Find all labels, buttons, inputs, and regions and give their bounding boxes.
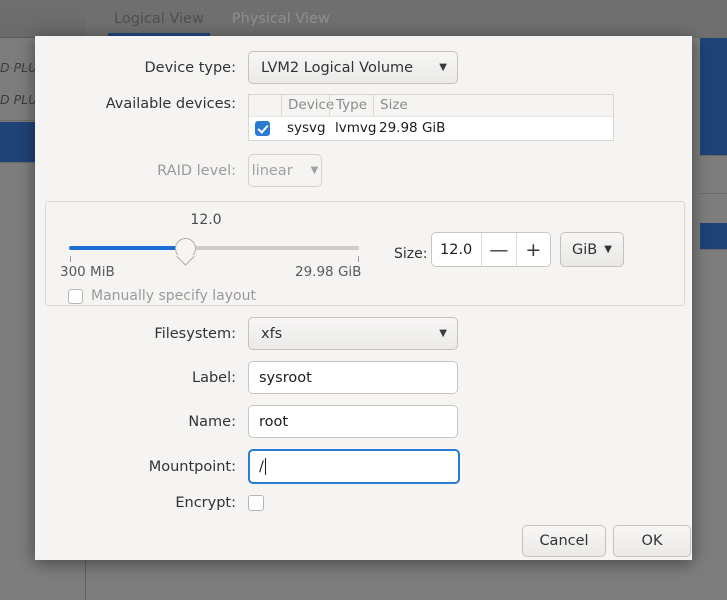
table-row[interactable]: sysvg lvmvg 29.98 GiB [249, 116, 613, 140]
label-input[interactable]: sysroot [248, 361, 458, 394]
manual-layout-label: Manually specify layout [91, 288, 256, 304]
label-field-label: Label: [191, 369, 236, 386]
size-field-label: Size: [394, 246, 428, 262]
filesystem-value: xfs [261, 325, 283, 342]
size-unit-combobox[interactable]: GiB ▼ [560, 232, 624, 267]
slider-min-tick [70, 256, 71, 262]
raid-level-label: RAID level: [157, 162, 236, 179]
size-slider-thumb[interactable] [175, 238, 196, 259]
device-type-value: LVM2 Logical Volume [261, 59, 414, 76]
background-divider [700, 249, 727, 250]
slider-current-value: 12.0 [190, 212, 222, 228]
device-name-cell: sysvg [287, 120, 326, 136]
device-checkbox[interactable] [255, 121, 270, 136]
mountpoint-row: Mountpoint: / [35, 449, 467, 484]
chevron-down-icon: ▼ [439, 61, 447, 73]
device-type-combobox[interactable]: LVM2 Logical Volume ▼ [248, 51, 458, 84]
raid-level-combobox: linear ▼ [248, 154, 322, 187]
background-selected-row[interactable] [700, 223, 727, 249]
label-input-value: sysroot [259, 369, 312, 386]
manual-layout-row[interactable]: Manually specify layout [68, 288, 256, 304]
available-devices-row: Available devices: Device Type Size sysv… [35, 94, 615, 141]
background-selected-row[interactable] [700, 38, 727, 155]
name-field-label: Name: [188, 413, 236, 430]
background-divider [700, 155, 727, 156]
size-decrement-button[interactable]: — [481, 233, 516, 266]
label-row: Label: sysroot [35, 361, 465, 394]
slider-max-tick [358, 256, 359, 262]
cancel-button-label: Cancel [539, 533, 589, 549]
available-devices-label: Available devices: [105, 96, 236, 112]
raid-level-row: RAID level: linear ▼ [35, 154, 365, 187]
cancel-button[interactable]: Cancel [522, 525, 606, 557]
device-checkbox-cell[interactable] [249, 117, 281, 140]
encrypt-row: Encrypt: [35, 495, 335, 511]
table-header-size[interactable]: Size [373, 95, 613, 116]
encrypt-checkbox[interactable] [248, 495, 264, 511]
name-input[interactable]: root [248, 405, 458, 438]
size-panel: 12.0 300 MiB 29.98 GiB Size: 12.0 — + Gi… [45, 201, 685, 306]
name-input-value: root [259, 413, 289, 430]
mountpoint-input[interactable]: / [248, 449, 460, 484]
size-spinner[interactable]: 12.0 — + [431, 232, 551, 267]
screen: Logical View Physical View D PLUS D PLUS… [0, 0, 727, 600]
tab-logical-view[interactable]: Logical View [100, 1, 218, 37]
background-tabbar: Logical View Physical View [86, 0, 727, 38]
mountpoint-field-label: Mountpoint: [148, 458, 236, 475]
size-increment-button[interactable]: + [515, 233, 550, 266]
create-device-dialog: Device type: LVM2 Logical Volume ▼ Avail… [35, 36, 692, 560]
device-type-label: Device type: [144, 59, 236, 76]
device-type-row: Device type: LVM2 Logical Volume ▼ [35, 51, 465, 84]
tab-logical-view-label: Logical View [114, 11, 204, 27]
tab-physical-view-label: Physical View [231, 11, 330, 27]
filesystem-combobox[interactable]: xfs ▼ [248, 317, 458, 350]
mountpoint-input-value: / [259, 458, 264, 475]
table-header-device[interactable]: Device [281, 95, 334, 116]
slider-max-label: 29.98 GiB [295, 264, 362, 280]
filesystem-label: Filesystem: [154, 325, 236, 342]
ok-button[interactable]: OK [613, 525, 691, 557]
table-header-type[interactable]: Type [329, 95, 373, 116]
size-unit-value: GiB [572, 241, 598, 258]
raid-level-value: linear [251, 162, 293, 179]
manual-layout-checkbox[interactable] [68, 288, 83, 304]
table-header-row: Device Type Size [249, 95, 613, 116]
device-type-cell: lvmvg [335, 120, 377, 136]
ok-button-label: OK [641, 533, 663, 549]
text-cursor [264, 458, 266, 475]
encrypt-label: Encrypt: [175, 495, 236, 511]
filesystem-row: Filesystem: xfs ▼ [35, 317, 465, 350]
name-row: Name: root [35, 405, 465, 438]
background-divider-vertical [85, 561, 86, 600]
size-slider-fill [69, 246, 185, 250]
tab-physical-view[interactable]: Physical View [218, 1, 344, 37]
chevron-down-icon: ▼ [439, 327, 447, 339]
chevron-down-icon: ▼ [604, 244, 612, 255]
available-devices-table: Device Type Size sysvg lvmvg 29.98 GiB [248, 94, 614, 141]
device-size-cell: 29.98 GiB [379, 120, 446, 136]
background-divider [700, 193, 727, 194]
slider-min-label: 300 MiB [60, 264, 115, 280]
chevron-down-icon: ▼ [310, 164, 319, 176]
size-value[interactable]: 12.0 [432, 233, 481, 266]
table-header-check [249, 95, 281, 116]
